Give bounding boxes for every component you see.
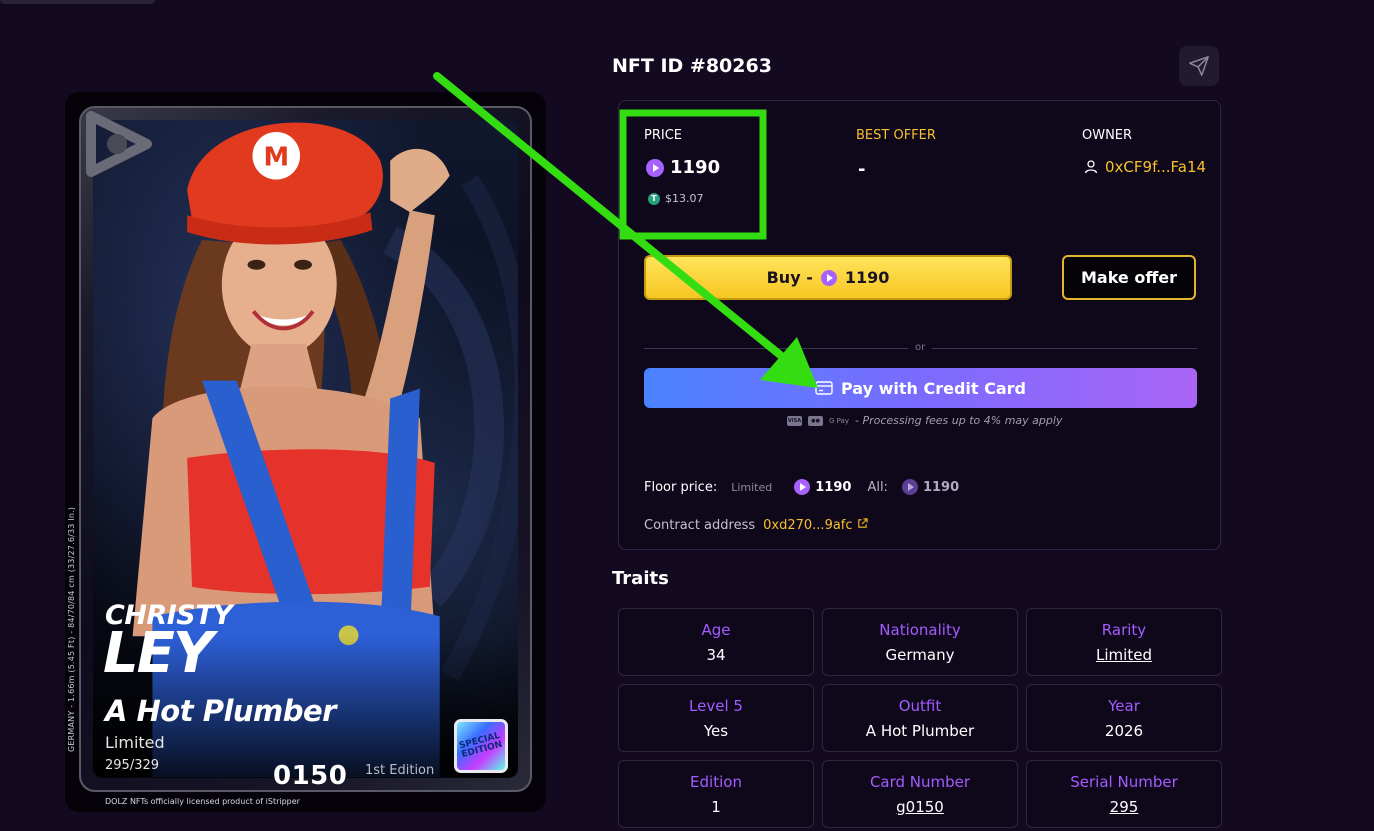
trait-label: Edition	[690, 773, 742, 791]
fees-note-text: - Processing fees up to 4% may apply	[855, 414, 1063, 427]
special-edition-label: SPECIAL EDITION	[458, 730, 504, 761]
trait-value[interactable]: Limited	[1027, 646, 1221, 664]
nft-card-image: M GERMANY - 1.66m (5.45 Ft) - 84/70/84 c…	[65, 92, 546, 812]
price-label: PRICE	[644, 128, 682, 143]
dolz-coin-icon	[820, 269, 837, 286]
contract-label: Contract address	[644, 518, 756, 533]
card-last-name: LEY	[103, 621, 213, 686]
card-edition: 1st Edition	[365, 763, 435, 778]
trait-value: 34	[706, 646, 726, 664]
trait-card[interactable]: Rarity Limited	[1026, 608, 1222, 676]
external-link-icon	[857, 518, 868, 528]
card-license: DOLZ NFTs officially licensed product of…	[105, 797, 300, 806]
floor-all-value: 1190	[922, 479, 960, 495]
best-offer-value: -	[858, 159, 866, 180]
dolz-coin-icon	[901, 479, 918, 495]
trait-card: Age 34	[618, 608, 814, 676]
trait-label: Age	[701, 621, 731, 639]
buy-button[interactable]: Buy - 1190	[644, 255, 1012, 300]
usd-amount: $13.07	[665, 192, 704, 205]
visa-icon: VISA	[787, 415, 802, 426]
trait-card: Level 5 Yes	[618, 684, 814, 752]
trait-value: Yes	[703, 722, 729, 740]
contract-address-link[interactable]: 0xd270...9afc	[763, 518, 868, 533]
traits-heading: Traits	[612, 568, 669, 589]
trait-label: Card Number	[869, 773, 971, 791]
trait-value[interactable]: 295	[1027, 798, 1221, 816]
trait-card: Outfit A Hot Plumber	[822, 684, 1018, 752]
divider-right	[932, 348, 1197, 349]
trait-value: 2026	[1104, 722, 1144, 740]
usd-value: T $13.07	[648, 192, 704, 205]
mastercard-icon: ●●	[808, 415, 823, 426]
trait-card[interactable]: Card Number g0150	[822, 760, 1018, 828]
best-offer-label: BEST OFFER	[856, 128, 936, 143]
trait-label: Level 5	[689, 697, 743, 715]
trait-label: Rarity	[1101, 621, 1147, 639]
floor-limited-label: Limited	[731, 480, 773, 494]
trait-label: Serial Number	[1070, 773, 1178, 791]
special-edition-badge: SPECIAL EDITION	[454, 719, 508, 773]
trait-label: Outfit	[898, 697, 942, 715]
send-icon	[1189, 56, 1209, 76]
payment-fees-note: VISA ●● G Pay - Processing fees up to 4%…	[787, 414, 1062, 427]
dolz-coin-icon	[794, 479, 811, 495]
price-value: 1190	[646, 157, 720, 178]
user-icon	[1084, 160, 1098, 174]
trait-value: A Hot Plumber	[865, 722, 975, 740]
or-divider-label: or	[915, 342, 926, 353]
make-offer-button[interactable]: Make offer	[1062, 255, 1196, 300]
card-frame: M	[79, 106, 532, 792]
trait-label: Nationality	[879, 621, 961, 639]
floor-limited-value: 1190	[815, 479, 852, 495]
price-panel: PRICE BEST OFFER OWNER 1190 T $13.07 - 0…	[618, 100, 1221, 550]
card-number: 0150	[273, 761, 348, 791]
trait-card: Edition 1	[618, 760, 814, 828]
trait-label: Year	[1108, 697, 1140, 715]
trait-card[interactable]: Serial Number 295	[1026, 760, 1222, 828]
page-title: NFT ID #80263	[612, 55, 772, 77]
top-tab-fragment	[0, 0, 155, 4]
tether-icon: T	[648, 192, 660, 205]
floor-all-label: All:	[867, 479, 888, 495]
divider-left	[644, 348, 908, 349]
floor-price-row: Floor price: Limited 1190 All: 1190	[644, 479, 959, 495]
contract-address: 0xd270...9afc	[763, 518, 853, 533]
pay-with-credit-card-button[interactable]: Pay with Credit Card	[644, 368, 1197, 408]
dolz-logo	[86, 111, 152, 177]
price-amount: 1190	[670, 157, 721, 178]
card-vertical-info: GERMANY - 1.66m (5.45 Ft) - 84/70/84 cm …	[67, 506, 76, 752]
buy-label: Buy -	[766, 268, 813, 287]
buy-amount: 1190	[844, 268, 890, 287]
credit-card-icon	[815, 381, 833, 395]
card-serial: 295/329	[105, 758, 160, 773]
contract-address-row: Contract address 0xd270...9afc	[644, 518, 868, 533]
hat-letter: M	[263, 143, 289, 173]
card-rarity: Limited	[105, 733, 165, 752]
gpay-icon: G Pay	[829, 416, 849, 425]
share-button[interactable]	[1179, 46, 1219, 86]
owner-address: 0xCF9f...Fa14	[1105, 158, 1207, 176]
owner-link[interactable]: 0xCF9f...Fa14	[1084, 158, 1206, 176]
trait-value: 1	[711, 798, 721, 816]
floor-price-label: Floor price:	[644, 479, 718, 495]
owner-label: OWNER	[1082, 128, 1133, 143]
card-title: A Hot Plumber	[105, 694, 336, 728]
trait-value: Germany	[885, 646, 955, 664]
trait-card: Nationality Germany	[822, 608, 1018, 676]
dolz-coin-icon	[646, 158, 664, 177]
trait-value[interactable]: g0150	[823, 798, 1017, 816]
credit-card-label: Pay with Credit Card	[841, 378, 1026, 398]
trait-card: Year 2026	[1026, 684, 1222, 752]
